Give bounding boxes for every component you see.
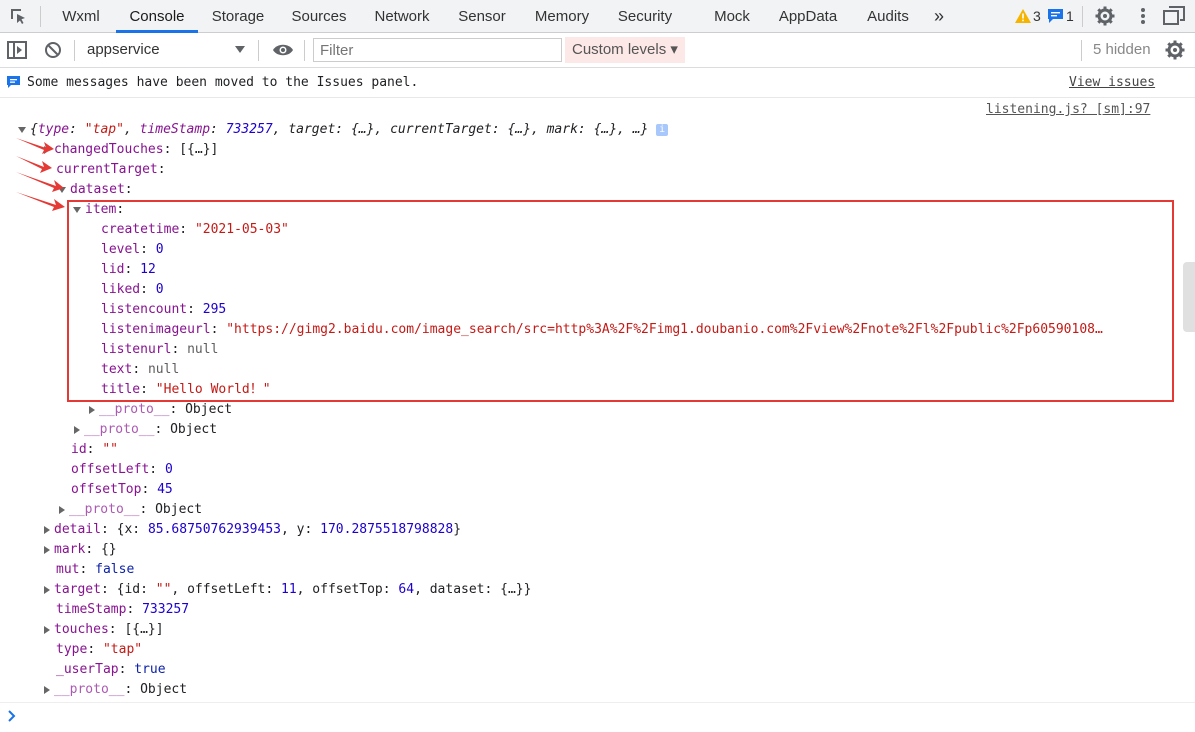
annotation-arrows (16, 138, 65, 211)
prop-offsetTop: offsetTop: 45 (71, 482, 173, 497)
prop-dataset-proto[interactable]: __proto__: Object (74, 420, 217, 440)
prop-timeStamp: timeStamp: 733257 (56, 602, 190, 617)
log-object-summary[interactable]: {type: "tap", timeStamp: 733257, target:… (18, 120, 669, 140)
tab-memory[interactable]: Memory (524, 0, 600, 33)
prop-mut: mut: false (56, 562, 135, 577)
more-options-icon[interactable] (1132, 5, 1154, 27)
filter-input[interactable] (313, 38, 562, 62)
settings-gear-icon[interactable] (1094, 5, 1116, 27)
prop-userTap: _userTap: true (56, 662, 166, 677)
more-tabs-button[interactable]: » (926, 0, 952, 33)
console-toolbar: appservice Custom levels ▾ 5 hidden (0, 33, 1195, 68)
prop-currentTarget[interactable]: currentTarget: (56, 160, 166, 180)
devtools-tab-bar: Wxml Console Storage Sources Network Sen… (0, 0, 1195, 33)
tab-appdata[interactable]: AppData (770, 0, 846, 33)
prop-target[interactable]: target: {id: "", offsetLeft: 11, offsetT… (44, 580, 531, 600)
tab-mock[interactable]: Mock (700, 0, 764, 33)
issues-banner-text: Some messages have been moved to the Iss… (27, 75, 419, 90)
prop-touches[interactable]: touches: [{…}] (44, 620, 164, 640)
issues-banner: Some messages have been moved to the Iss… (0, 68, 1195, 98)
prop-id: id: "" (71, 442, 118, 457)
prop-root-proto[interactable]: __proto__: Object (44, 680, 187, 700)
chevron-down-icon[interactable] (234, 44, 246, 56)
context-selector[interactable]: appservice (87, 33, 160, 67)
prop-currentTarget-proto[interactable]: __proto__: Object (59, 500, 202, 520)
prop-item-proto[interactable]: __proto__: Object (89, 400, 232, 420)
prop-type: type: "tap" (56, 642, 143, 657)
warning-icon[interactable] (1015, 7, 1031, 25)
prompt-chevron-icon (6, 709, 18, 723)
tab-sources[interactable]: Sources (284, 0, 354, 33)
dock-side-icon[interactable] (1162, 5, 1186, 27)
prop-changedTouches[interactable]: changedTouches: [{…}] (44, 140, 218, 160)
prop-offsetLeft: offsetLeft: 0 (71, 462, 173, 477)
tab-security[interactable]: Security (608, 0, 682, 33)
info-badge-icon: i (656, 123, 669, 136)
message-count: 1 (1066, 8, 1074, 24)
tab-wxml[interactable]: Wxml (52, 0, 110, 33)
console-prompt[interactable] (0, 702, 1195, 732)
tab-storage[interactable]: Storage (204, 0, 272, 33)
tab-audits[interactable]: Audits (856, 0, 920, 33)
inspect-element-icon[interactable] (8, 6, 28, 26)
live-expression-eye-icon[interactable] (271, 41, 295, 59)
sidebar-toggle-icon[interactable] (6, 40, 28, 60)
view-issues-link[interactable]: View issues (1069, 73, 1155, 93)
prop-mark[interactable]: mark: {} (44, 540, 117, 560)
highlight-box (67, 200, 1174, 402)
log-levels-dropdown[interactable]: Custom levels ▾ (565, 37, 685, 63)
scrollbar-handle[interactable] (1183, 262, 1195, 332)
prop-detail[interactable]: detail: {x: 85.68750762939453, y: 170.28… (44, 520, 461, 540)
source-location-link[interactable]: listening.js? [sm]:97 (986, 100, 1150, 120)
info-message-icon (6, 75, 20, 89)
clear-console-icon[interactable] (42, 40, 64, 60)
message-icon[interactable] (1047, 8, 1063, 24)
tab-console[interactable]: Console (116, 0, 198, 33)
tab-network[interactable]: Network (364, 0, 440, 33)
console-settings-gear-icon[interactable] (1164, 39, 1186, 61)
tab-sensor[interactable]: Sensor (450, 0, 514, 33)
hidden-messages-count: 5 hidden (1093, 41, 1151, 58)
warning-count: 3 (1033, 8, 1041, 24)
